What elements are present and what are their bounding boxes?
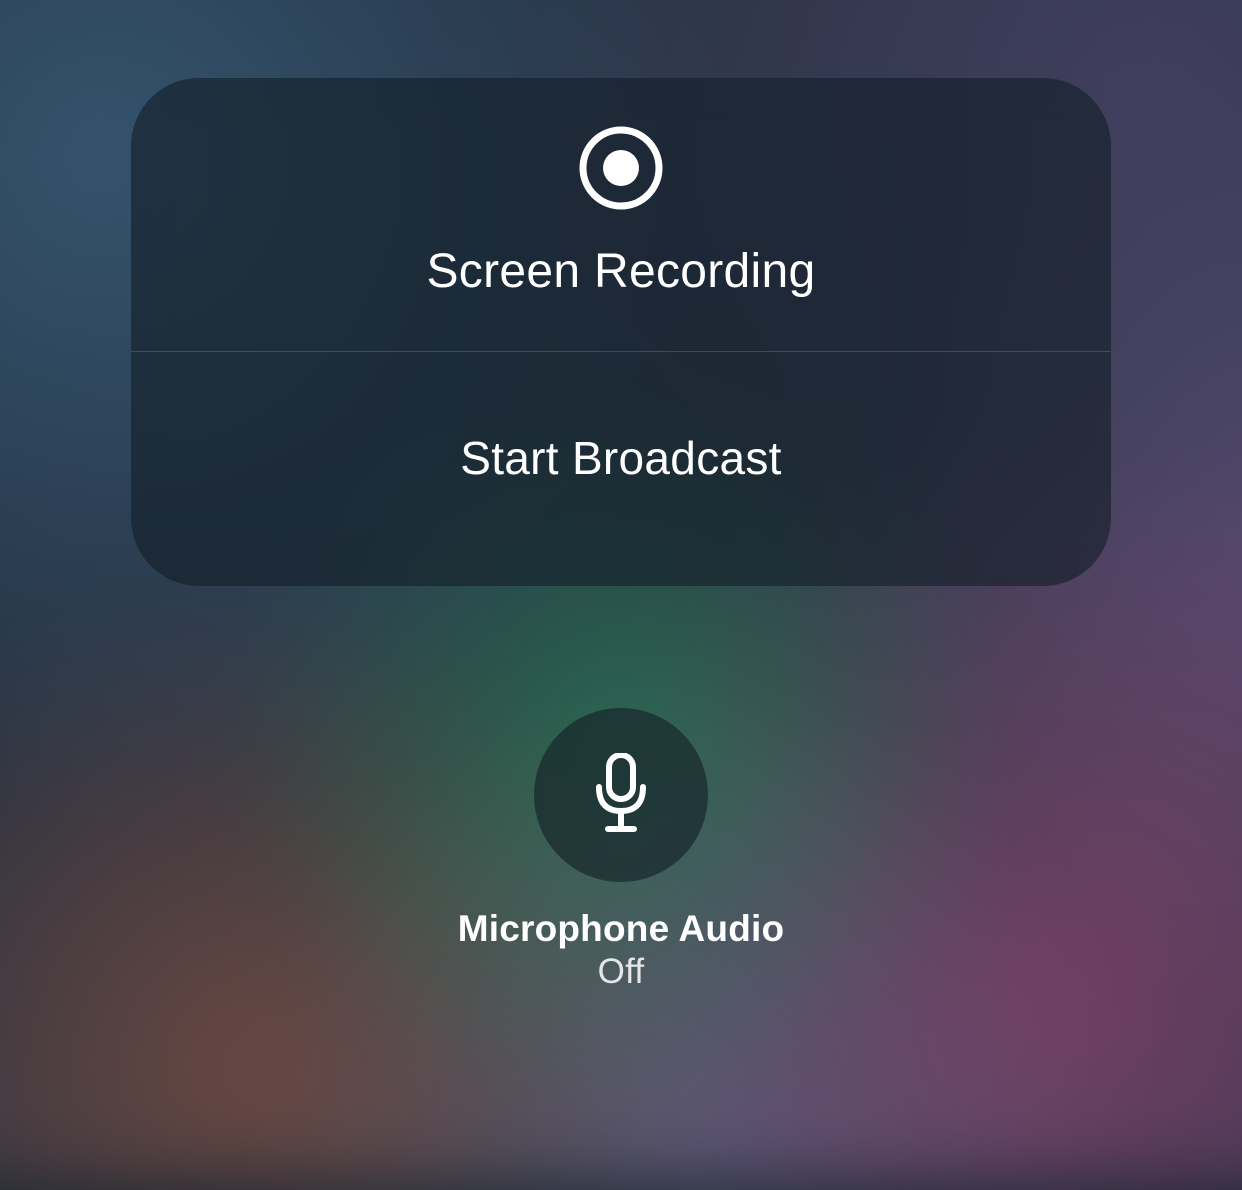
start-broadcast-label: Start Broadcast <box>460 431 782 485</box>
record-icon <box>579 126 663 210</box>
screen-recording-panel: Screen Recording Start Broadcast <box>131 78 1111 586</box>
microphone-section: Microphone Audio Off <box>458 708 785 992</box>
control-center-expanded-module: Screen Recording Start Broadcast Microph… <box>0 0 1242 1082</box>
screen-recording-title: Screen Recording <box>426 244 815 299</box>
start-broadcast-button[interactable]: Start Broadcast <box>131 352 1111 586</box>
microphone-toggle-button[interactable] <box>534 708 708 882</box>
screen-recording-header[interactable]: Screen Recording <box>131 78 1111 352</box>
microphone-status: Off <box>598 952 645 992</box>
microphone-icon <box>593 753 649 838</box>
microphone-audio-label: Microphone Audio <box>458 908 785 950</box>
